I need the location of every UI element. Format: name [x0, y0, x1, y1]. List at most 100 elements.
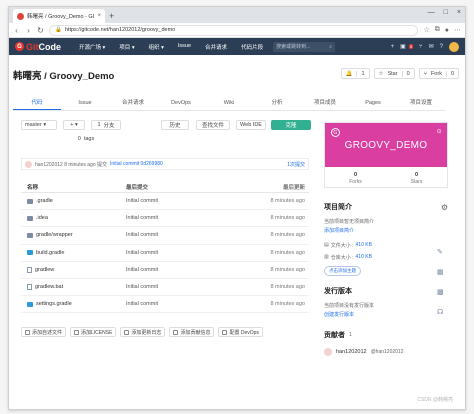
table-row[interactable]: .idea Initial commit 8 minutes ago	[21, 210, 309, 228]
table-row[interactable]: gradlew.bat Initial commit 8 minutes ago	[21, 279, 309, 297]
grid-icon[interactable]: ▦	[437, 268, 444, 276]
forks-stat[interactable]: 0 Forks	[325, 167, 386, 189]
contributor-name[interactable]: han1202012	[336, 349, 367, 355]
star-bookmark-icon[interactable]: ☆	[423, 26, 429, 34]
close-window-icon[interactable]: ×	[457, 9, 461, 16]
nav-item-groups[interactable]: 组织 ▾	[149, 43, 164, 51]
file-time: 8 minutes ago	[270, 232, 305, 239]
maximize-icon[interactable]: □	[444, 9, 448, 16]
repo-size-value[interactable]: 410 KB	[356, 254, 372, 261]
intro-add-link[interactable]: 添加项目简介	[324, 227, 448, 234]
contributor-handle: @han1202012	[370, 349, 404, 355]
commit-count-link[interactable]: 1次提交	[287, 161, 305, 168]
site-search-input[interactable]: 搜索或跳转到... ⌕	[273, 41, 336, 52]
create-release-link[interactable]: 创建发行版本	[324, 311, 448, 318]
file-name[interactable]: build.gradle	[36, 250, 64, 256]
edit-icon[interactable]: ✎	[437, 248, 444, 256]
extensions-icon[interactable]: ⧉	[435, 26, 440, 34]
table-header: 名称 最后提交 最后更新	[21, 181, 309, 193]
back-icon[interactable]: ‹	[13, 26, 20, 35]
settings-gear-icon[interactable]: ⚙	[441, 203, 448, 212]
web-ide-button[interactable]: Web IDE	[236, 120, 266, 130]
table-row[interactable]: settings.gradle Initial commit 8 minutes…	[21, 296, 309, 314]
add-license-button[interactable]: 添加LICENSE	[70, 327, 117, 337]
minimize-icon[interactable]: —	[428, 9, 435, 16]
tab-issue[interactable]: Issue	[61, 97, 109, 110]
file-commit[interactable]: Initial commit	[126, 250, 259, 256]
file-commit[interactable]: Initial commit	[126, 198, 259, 204]
clone-button[interactable]: 克隆	[271, 120, 311, 130]
new-tab-button[interactable]: +	[109, 9, 114, 23]
qr-code-icon[interactable]: ▩	[437, 288, 444, 296]
branches-button[interactable]: 1 分支	[91, 120, 121, 130]
file-commit[interactable]: Initial commit	[126, 215, 259, 221]
file-commit[interactable]: Initial commit	[126, 267, 259, 273]
table-row[interactable]: build.gradle Initial commit 8 minutes ag…	[21, 245, 309, 262]
tab-members[interactable]: 项目成员	[301, 97, 349, 110]
fork-button[interactable]: ⑂ Fork 0	[418, 68, 459, 79]
file-table: 名称 最后提交 最后更新 .gradle Initial commit 8 mi…	[21, 181, 309, 314]
release-empty: 当前项目没有发行版本	[324, 303, 375, 309]
nav-item-projects[interactable]: 项目 ▾	[119, 43, 134, 51]
nav-item-merge-requests[interactable]: 合并请求	[205, 43, 227, 51]
file-name[interactable]: settings.gradle	[36, 301, 72, 307]
issues-icon[interactable]: ✉	[429, 43, 434, 50]
file-commit[interactable]: Initial commit	[126, 232, 259, 238]
commit-link[interactable]: Initial commit 0d269980	[110, 161, 163, 167]
star-button[interactable]: ☆ Star 0	[373, 68, 415, 79]
history-button[interactable]: 历史	[161, 120, 189, 130]
file-name[interactable]: gradle/wrapper	[36, 232, 73, 238]
plus-icon[interactable]: +	[391, 44, 395, 50]
add-contributing-button[interactable]: 添加贡献信息	[169, 327, 215, 337]
database-icon: ▥	[324, 254, 329, 260]
table-row[interactable]: gradle/wrapper Initial commit 8 minutes …	[21, 227, 309, 245]
tab-wiki[interactable]: Wiki	[205, 97, 253, 110]
branch-select[interactable]: master ▾	[21, 120, 57, 130]
tab-devops[interactable]: DevOps	[157, 97, 205, 110]
watch-button[interactable]: 🔔 1	[340, 68, 370, 79]
tab-settings[interactable]: 项目设置	[397, 97, 445, 110]
add-readme-button[interactable]: 添加自述文件	[21, 327, 67, 337]
file-commit[interactable]: Initial commit	[126, 301, 259, 307]
notification-icon[interactable]: ▣	[400, 43, 406, 50]
col-last-commit: 最后提交	[126, 184, 149, 191]
file-commit[interactable]: Initial commit	[126, 284, 259, 290]
nav-item-explore[interactable]: 开源广场 ▾	[79, 43, 105, 51]
profile-icon[interactable]: ●	[445, 27, 449, 34]
file-name[interactable]: .idea	[36, 215, 48, 221]
stars-stat[interactable]: 0 Stars	[386, 167, 447, 189]
tags-button[interactable]: 0 tags	[71, 134, 101, 144]
nav-item-issue[interactable]: Issue	[178, 43, 191, 51]
file-name[interactable]: gradlew	[35, 267, 54, 273]
file-name[interactable]: .gradle	[36, 198, 53, 204]
add-changelog-button[interactable]: 添加更新日志	[120, 327, 166, 337]
configure-devops-button[interactable]: 配置 DevOps	[218, 327, 263, 337]
find-file-button[interactable]: 查找文件	[196, 120, 230, 130]
gitcode-logo[interactable]: G GitCode	[15, 42, 61, 52]
file-size-value[interactable]: 410 KB	[356, 242, 372, 249]
browser-tab[interactable]: 韩曙亮 / Groovy_Demo - GIT ×	[13, 9, 105, 23]
tab-analytics[interactable]: 分析	[253, 97, 301, 110]
contributor-item[interactable]: han1202012 @han1202012	[324, 348, 448, 356]
close-tab-icon[interactable]: ×	[97, 13, 101, 19]
merge-request-icon[interactable]: ⑂	[419, 44, 423, 50]
menu-icon[interactable]: ⋯	[454, 26, 461, 34]
table-row[interactable]: gradlew Initial commit 8 minutes ago	[21, 262, 309, 279]
file-name[interactable]: gradlew.bat	[35, 284, 63, 290]
reload-icon[interactable]: ↻	[37, 26, 44, 35]
help-icon[interactable]: ?	[440, 44, 443, 50]
tab-merge-requests[interactable]: 合并请求	[109, 97, 157, 110]
folder-icon	[27, 232, 33, 238]
add-menu-button[interactable]: + ▾	[63, 120, 85, 130]
url-text: https://gitcode.net/han1202012/groovy_de…	[64, 27, 176, 33]
table-row[interactable]: .gradle Initial commit 8 minutes ago	[21, 193, 309, 211]
add-topic-button[interactable]: 点击添加主题	[324, 266, 361, 276]
tab-pages[interactable]: Pages	[349, 97, 397, 110]
nav-item-snippets[interactable]: 代码片段	[241, 43, 263, 51]
user-avatar[interactable]	[449, 41, 459, 52]
forward-icon[interactable]: ›	[25, 26, 32, 35]
url-field[interactable]: 🔒 https://gitcode.net/han1202012/groovy_…	[49, 24, 419, 36]
tab-code[interactable]: 代码	[13, 97, 61, 110]
camera-icon[interactable]: ⊙	[437, 128, 442, 135]
headset-icon[interactable]: ☊	[437, 308, 444, 316]
